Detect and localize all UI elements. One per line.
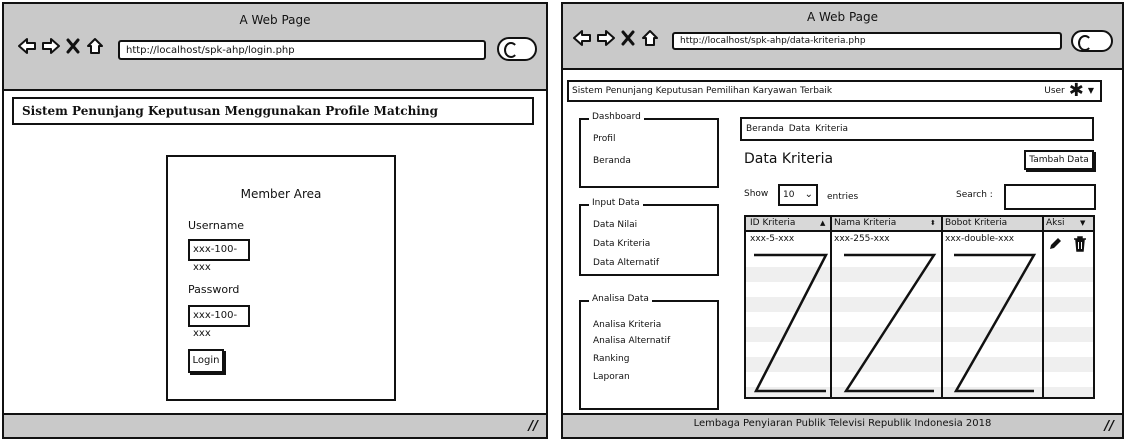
chevron-down-icon: ⌄ — [804, 189, 813, 200]
trash-icon[interactable] — [1073, 236, 1087, 252]
caret-down-icon: ▼ — [1087, 86, 1094, 95]
forward-icon[interactable] — [42, 37, 60, 55]
placeholder-z-mark — [953, 253, 1037, 393]
dashboard-group: Dashboard Profil Beranda — [579, 112, 719, 188]
home-icon[interactable] — [641, 29, 659, 47]
app-title: Sistem Penunjang Keputusan Menggunakan P… — [12, 97, 534, 125]
browser-toolbar: A Web Page http://localhost/spk-ahp/data… — [563, 4, 1122, 70]
resize-grip[interactable]: // — [1105, 419, 1115, 434]
member-area-heading: Member Area — [240, 187, 322, 201]
header-bobot-kriteria[interactable]: Bobot Kriteria — [945, 217, 1007, 230]
login-button[interactable]: Login — [188, 349, 224, 373]
asterisk-icon: ✱ — [1068, 80, 1084, 101]
sidebar-item-laporan[interactable]: Laporan — [593, 372, 630, 382]
kriteria-table: ID Kriteria ▲ Nama Kriteria ⬍ Bobot Krit… — [744, 215, 1095, 399]
page-title: Data Kriteria — [744, 151, 834, 167]
sidebar-item-analisa-alternatif[interactable]: Analisa Alternatif — [593, 336, 670, 346]
status-bar: // — [4, 413, 546, 437]
entries-select[interactable]: 10 ⌄ — [778, 184, 818, 206]
sort-both-icon[interactable]: ⬍ — [930, 217, 936, 230]
header-nama-kriteria[interactable]: Nama Kriteria — [834, 217, 896, 230]
table-search-input[interactable] — [1004, 184, 1096, 210]
back-icon[interactable] — [18, 37, 36, 55]
sidebar-item-profil[interactable]: Profil — [593, 134, 615, 144]
sidebar-item-data-nilai[interactable]: Data Nilai — [593, 220, 637, 230]
address-bar[interactable]: http://localhost/spk-ahp/login.php — [118, 40, 486, 60]
login-browser-window: A Web Page http://localhost/spk-ahp/logi… — [2, 2, 548, 439]
analisa-data-legend: Analisa Data — [589, 294, 652, 304]
stop-icon[interactable] — [621, 30, 635, 46]
app-header: Sistem Penunjang Keputusan Pemilihan Kar… — [567, 80, 1102, 102]
browser-search-button[interactable] — [1071, 30, 1113, 52]
user-menu-label: User — [1044, 86, 1065, 96]
analisa-data-group: Analisa Data Analisa Kriteria Analisa Al… — [579, 294, 719, 410]
table-header — [746, 217, 1093, 232]
footer-bar: Lembaga Penyiaran Publik Televisi Republ… — [563, 413, 1122, 437]
app-title: Sistem Penunjang Keputusan Pemilihan Kar… — [572, 86, 833, 96]
stop-icon[interactable] — [66, 38, 80, 54]
search-icon — [504, 42, 518, 58]
dashboard-legend: Dashboard — [589, 112, 644, 122]
window-title: A Web Page — [806, 10, 879, 24]
header-id-kriteria[interactable]: ID Kriteria — [750, 217, 795, 230]
home-icon[interactable] — [86, 37, 104, 55]
username-label: Username — [188, 219, 245, 232]
entries-label: entries — [827, 192, 859, 202]
sort-asc-icon[interactable]: ▲ — [820, 217, 825, 230]
password-field[interactable]: xxx-100-xxx — [188, 305, 250, 339]
login-card: Member Area Username xxx-100-xxx Passwor… — [166, 155, 396, 401]
browser-search-button[interactable] — [497, 37, 537, 61]
back-icon[interactable] — [573, 29, 591, 47]
window-title: A Web Page — [239, 13, 311, 27]
sidebar-item-data-alternatif[interactable]: Data Alternatif — [593, 258, 659, 268]
header-aksi[interactable]: Aksi — [1046, 217, 1065, 230]
placeholder-z-mark — [843, 253, 937, 393]
sidebar-item-beranda[interactable]: Beranda — [593, 156, 631, 166]
sidebar-item-data-kriteria[interactable]: Data Kriteria — [593, 239, 650, 249]
forward-icon[interactable] — [597, 29, 615, 47]
show-label: Show — [744, 189, 769, 199]
password-label: Password — [188, 283, 240, 296]
placeholder-z-mark — [753, 253, 828, 393]
entries-value: 10 — [783, 190, 795, 200]
username-field[interactable]: xxx-100-xxx — [188, 239, 250, 273]
cell-nama-kriteria: xxx-255-xxx — [834, 234, 890, 244]
tambah-data-button[interactable]: Tambah Data — [1024, 150, 1094, 170]
resize-grip[interactable]: // — [529, 419, 539, 434]
search-label: Search : — [956, 190, 993, 200]
browser-toolbar: A Web Page http://localhost/spk-ahp/logi… — [4, 4, 546, 91]
kriteria-browser-window: A Web Page http://localhost/spk-ahp/data… — [561, 2, 1124, 439]
edit-icon[interactable] — [1047, 236, 1063, 252]
sort-desc-icon[interactable]: ▼ — [1080, 217, 1085, 230]
sidebar-item-ranking[interactable]: Ranking — [593, 354, 629, 364]
footer-text: Lembaga Penyiaran Publik Televisi Republ… — [693, 418, 992, 429]
breadcrumb[interactable]: Beranda Data Kriteria — [740, 117, 1094, 141]
search-icon — [1078, 35, 1092, 51]
cell-bobot-kriteria: xxx-double-xxx — [945, 234, 1015, 244]
input-data-legend: Input Data — [589, 198, 643, 208]
cell-id-kriteria: xxx-5-xxx — [750, 234, 795, 244]
address-bar[interactable]: http://localhost/spk-ahp/data-kriteria.p… — [672, 32, 1062, 50]
sidebar-item-analisa-kriteria[interactable]: Analisa Kriteria — [593, 320, 661, 330]
user-menu[interactable]: User ✱ ▼ — [1044, 82, 1094, 100]
input-data-group: Input Data Data Nilai Data Kriteria Data… — [579, 198, 719, 276]
